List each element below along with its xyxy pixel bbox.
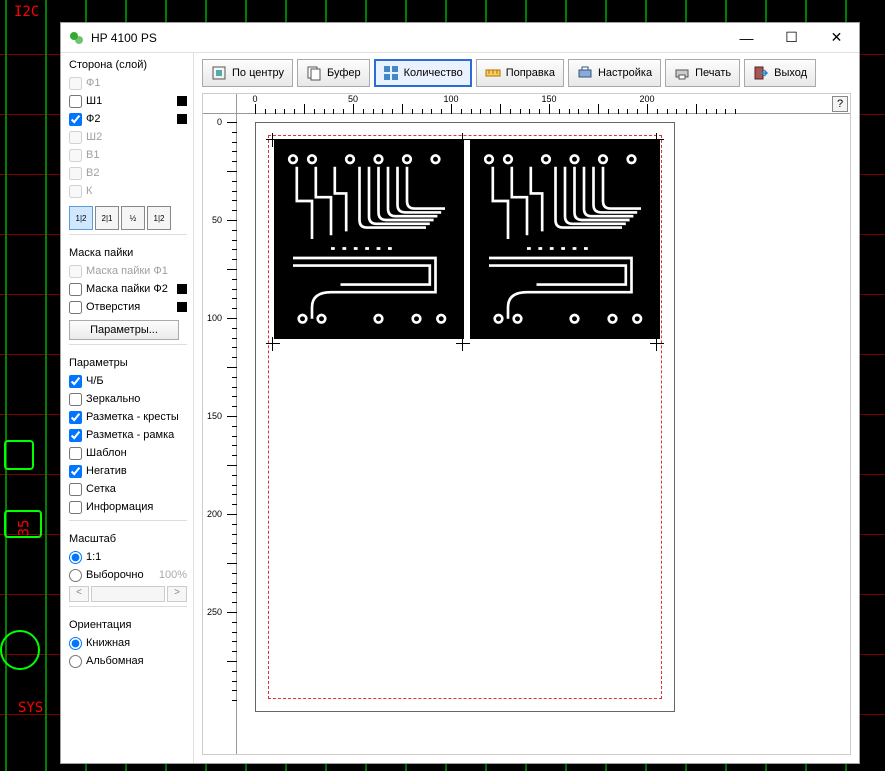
mask-group: Маска пайки Маска пайки Ф1Маска пайки Ф2…: [69, 247, 187, 345]
scale-header: Масштаб: [69, 533, 187, 545]
scale-group: Масштаб 1:1 Выборочно100% < >: [69, 533, 187, 607]
scale-right-button[interactable]: >: [167, 586, 187, 602]
correction-button[interactable]: Поправка: [476, 59, 564, 87]
center-button[interactable]: По центру: [202, 59, 293, 87]
mask-check: Маска пайки Ф1: [69, 262, 187, 280]
maximize-button[interactable]: ☐: [769, 23, 814, 52]
scale-1-1[interactable]: 1:1: [69, 548, 187, 566]
orientation-landscape[interactable]: Альбомная: [69, 652, 187, 670]
reg-mark: [266, 337, 280, 351]
preview-canvas[interactable]: 050100150200 050100150200250 ?: [202, 93, 851, 755]
mask-check[interactable]: Маска пайки Ф2: [69, 280, 187, 298]
param-check[interactable]: Шаблон: [69, 444, 187, 462]
orientation-portrait[interactable]: Книжная: [69, 634, 187, 652]
layer-Ф1: Ф1: [69, 74, 187, 92]
print-button[interactable]: Печать: [665, 59, 740, 87]
parameters-group: Параметры Ч/БЗеркальноРазметка - крестыР…: [69, 357, 187, 521]
layer-Ш1[interactable]: Ш1: [69, 92, 187, 110]
scale-selective[interactable]: Выборочно100%: [69, 566, 187, 584]
print-page: [255, 122, 675, 712]
layer-В1: В1: [69, 146, 187, 164]
layer-layout-button-3[interactable]: 1|2: [147, 206, 171, 230]
buffer-button[interactable]: Буфер: [297, 59, 370, 87]
param-check[interactable]: Зеркально: [69, 390, 187, 408]
toolbar: По центру Буфер Количество Поправка Наст…: [202, 59, 851, 87]
mask-header: Маска пайки: [69, 247, 187, 259]
param-check[interactable]: Негатив: [69, 462, 187, 480]
layer-Ш2: Ш2: [69, 128, 187, 146]
layer-layout-button-0[interactable]: 1|2: [69, 206, 93, 230]
reg-mark: [456, 337, 470, 351]
param-check[interactable]: Ч/Б: [69, 372, 187, 390]
printer-settings-icon: [577, 65, 593, 81]
sidebar: Сторона (слой) Ф1Ш1Ф2Ш2В1В2К 1|22|1½1|2 …: [61, 53, 193, 763]
minimize-button[interactable]: —: [724, 23, 769, 52]
pcb-preview-1: [274, 139, 464, 339]
exit-icon: [753, 65, 769, 81]
layers-header: Сторона (слой): [69, 59, 187, 71]
pcb-preview-2: [470, 139, 660, 339]
bg-label: I2C: [14, 4, 39, 20]
grid-icon: [383, 65, 399, 81]
layer-Ф2[interactable]: Ф2: [69, 110, 187, 128]
center-icon: [211, 65, 227, 81]
printer-icon: [674, 65, 690, 81]
layers-group: Сторона (слой) Ф1Ш1Ф2Ш2В1В2К 1|22|1½1|2: [69, 59, 187, 235]
copy-icon: [306, 65, 322, 81]
horizontal-ruler: 050100150200: [237, 94, 850, 114]
parameters-button[interactable]: Параметры...: [69, 320, 179, 340]
bg-label: SYS: [18, 700, 43, 716]
window-title: HP 4100 PS: [91, 31, 724, 45]
quantity-button[interactable]: Количество: [374, 59, 472, 87]
main-area: По центру Буфер Количество Поправка Наст…: [193, 53, 859, 763]
layer-В2: В2: [69, 164, 187, 182]
param-check[interactable]: Разметка - рамка: [69, 426, 187, 444]
reg-mark: [650, 337, 664, 351]
scale-track: [91, 586, 165, 602]
bg-label: 35: [16, 520, 32, 537]
ruler-icon: [485, 65, 501, 81]
close-button[interactable]: ✕: [814, 23, 859, 52]
help-button[interactable]: ?: [832, 96, 848, 112]
vertical-ruler: 050100150200250: [203, 114, 237, 754]
param-check[interactable]: Сетка: [69, 480, 187, 498]
titlebar[interactable]: HP 4100 PS — ☐ ✕: [61, 23, 859, 53]
parameters-header: Параметры: [69, 357, 187, 369]
app-icon: [69, 30, 85, 46]
layer-layout-button-2[interactable]: ½: [121, 206, 145, 230]
orientation-group: Ориентация Книжная Альбомная: [69, 619, 187, 670]
param-check[interactable]: Информация: [69, 498, 187, 516]
mask-check[interactable]: Отверстия: [69, 298, 187, 316]
settings-button[interactable]: Настройка: [568, 59, 661, 87]
print-dialog-window: HP 4100 PS — ☐ ✕ Сторона (слой) Ф1Ш1Ф2Ш2…: [60, 22, 860, 764]
layer-layout-button-1[interactable]: 2|1: [95, 206, 119, 230]
orientation-header: Ориентация: [69, 619, 187, 631]
scale-left-button[interactable]: <: [69, 586, 89, 602]
param-check[interactable]: Разметка - кресты: [69, 408, 187, 426]
layer-К: К: [69, 182, 187, 200]
exit-button[interactable]: Выход: [744, 59, 816, 87]
